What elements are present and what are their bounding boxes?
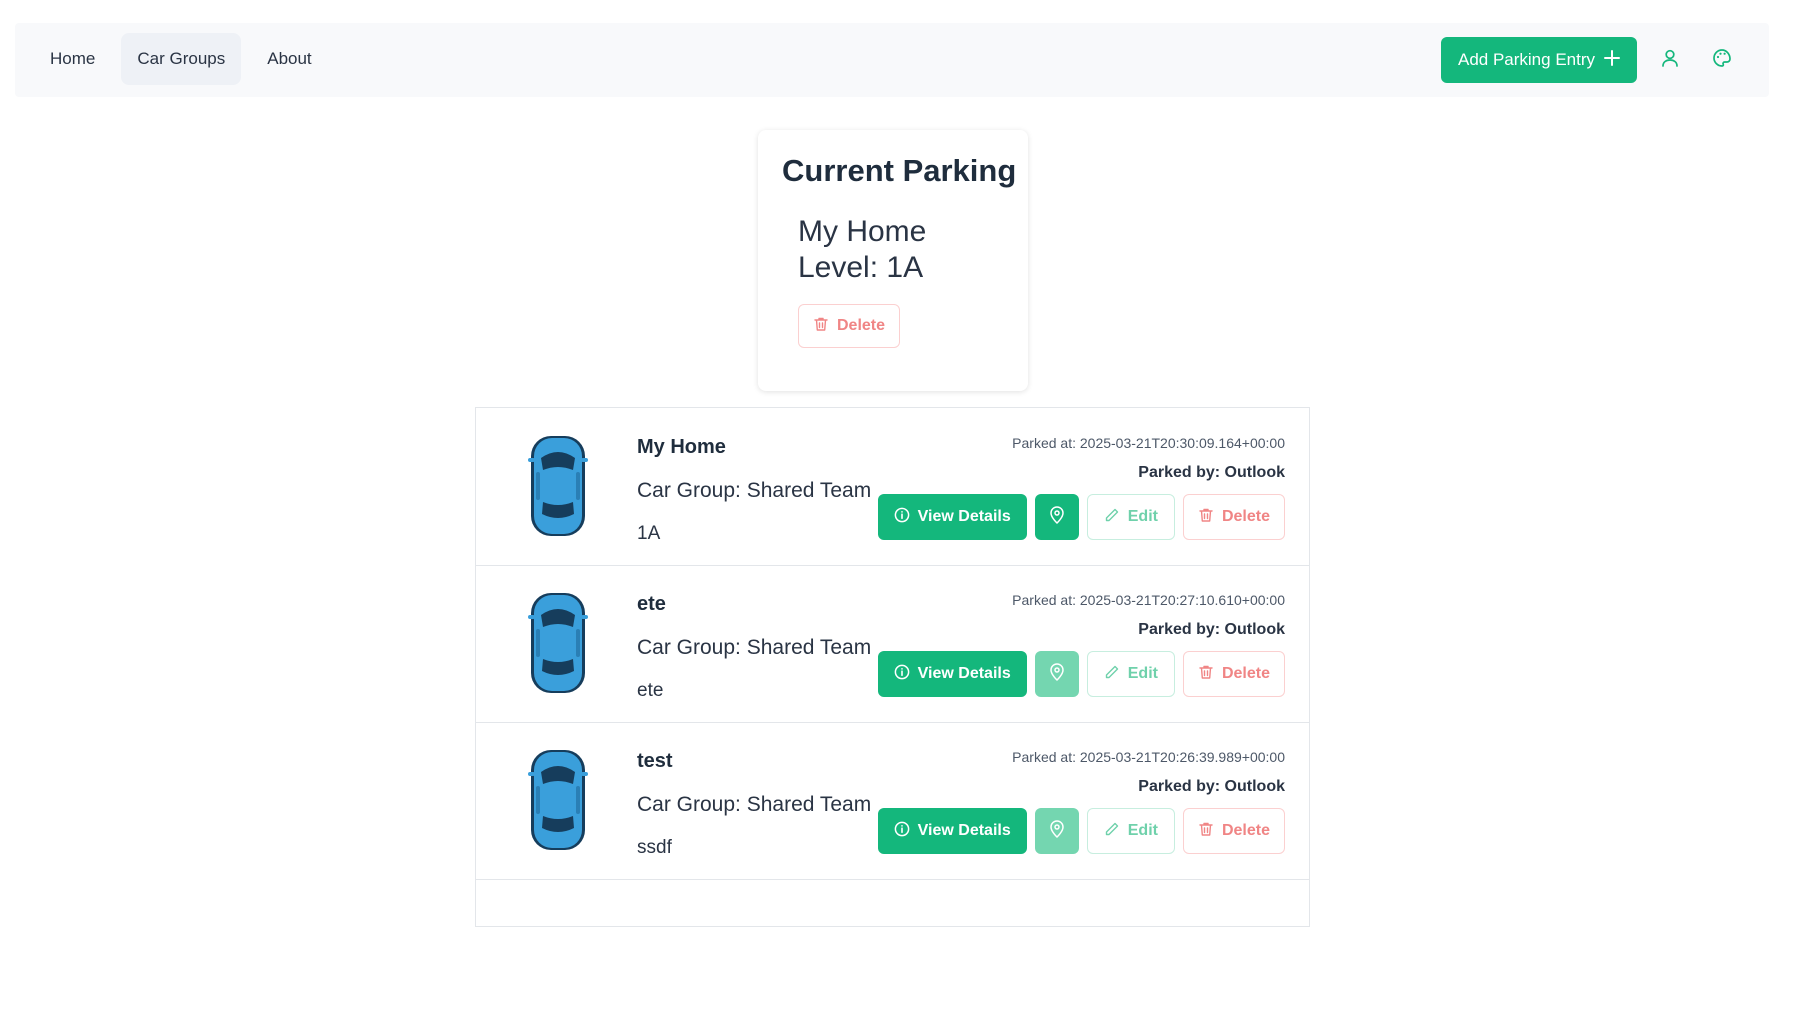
edit-label: Edit	[1127, 822, 1158, 839]
delete-label: Delete	[1221, 665, 1270, 682]
delete-button[interactable]: Delete	[1182, 651, 1285, 697]
view-details-label: View Details	[917, 508, 1011, 525]
entry-level: ete	[637, 680, 664, 701]
pencil-icon	[1104, 664, 1120, 685]
trash-icon	[813, 316, 829, 337]
car-icon	[528, 587, 588, 699]
car-icon	[528, 744, 588, 856]
entry-parked-at: Parked at: 2025-03-21T20:27:10.610+00:00	[1012, 592, 1285, 608]
delete-label: Delete	[1221, 508, 1270, 525]
user-icon	[1660, 48, 1680, 73]
entry-level: ssdf	[637, 837, 672, 858]
pencil-icon	[1104, 507, 1120, 528]
view-details-label: View Details	[917, 665, 1011, 682]
parking-entry-row: ete Car Group: Shared Team ete Parked at…	[476, 565, 1309, 723]
location-button[interactable]	[1034, 494, 1079, 540]
current-parking-name: My Home	[798, 215, 927, 248]
entry-car-group: Car Group: Shared Team	[637, 479, 872, 502]
theme-button[interactable]	[1703, 37, 1741, 83]
current-delete-label: Delete	[837, 317, 886, 334]
entry-level: 1A	[637, 523, 661, 544]
add-parking-entry-button[interactable]: Add Parking Entry	[1440, 37, 1637, 83]
parking-entry-row	[476, 879, 1309, 1036]
map-pin-icon	[1049, 662, 1065, 686]
delete-button[interactable]: Delete	[1182, 494, 1285, 540]
entry-name: My Home	[637, 436, 726, 458]
add-parking-entry-label: Add Parking Entry	[1457, 50, 1595, 69]
edit-button[interactable]: Edit	[1086, 651, 1175, 697]
entry-parked-at: Parked at: 2025-03-21T20:30:09.164+00:00	[1012, 435, 1285, 451]
nav-link-about[interactable]: About	[251, 33, 327, 85]
delete-label: Delete	[1221, 822, 1270, 839]
trash-icon	[1198, 664, 1214, 685]
palette-icon	[1712, 48, 1732, 73]
location-button[interactable]	[1034, 651, 1079, 697]
info-icon	[894, 664, 910, 685]
entry-parked-at: Parked at: 2025-03-21T20:26:39.989+00:00	[1012, 749, 1285, 765]
user-profile-button[interactable]	[1651, 37, 1689, 83]
entry-parked-by: Parked by: Outlook	[1138, 778, 1285, 795]
edit-button[interactable]: Edit	[1086, 808, 1175, 854]
entry-name: test	[637, 750, 673, 772]
top-navbar: Home Car Groups About Add Parking Entry	[15, 23, 1769, 97]
entry-parked-by: Parked by: Outlook	[1138, 621, 1285, 638]
car-icon	[528, 430, 588, 542]
parking-entry-row: My Home Car Group: Shared Team 1A Parked…	[476, 408, 1309, 566]
nav-link-home[interactable]: Home	[34, 33, 111, 85]
view-details-button[interactable]: View Details	[877, 808, 1027, 854]
trash-icon	[1198, 507, 1214, 528]
info-icon	[894, 821, 910, 842]
entry-car-group: Car Group: Shared Team	[637, 636, 872, 659]
entry-car-group: Car Group: Shared Team	[637, 793, 872, 816]
view-details-button[interactable]: View Details	[877, 651, 1027, 697]
plus-icon	[1603, 49, 1621, 72]
edit-button[interactable]: Edit	[1086, 494, 1175, 540]
delete-button[interactable]: Delete	[1182, 808, 1285, 854]
nav-link-car-groups[interactable]: Car Groups	[121, 33, 242, 85]
current-parking-title: Current Parking	[782, 153, 1017, 188]
edit-label: Edit	[1127, 508, 1158, 525]
trash-icon	[1198, 821, 1214, 842]
entry-parked-by: Parked by: Outlook	[1138, 464, 1285, 481]
current-delete-button[interactable]: Delete	[798, 304, 901, 348]
entry-actions: View Details Edit Delete	[877, 808, 1285, 854]
location-button[interactable]	[1034, 808, 1079, 854]
info-icon	[894, 507, 910, 528]
entry-actions: View Details Edit Delete	[877, 494, 1285, 540]
edit-label: Edit	[1127, 665, 1158, 682]
parking-entries-list: My Home Car Group: Shared Team 1A Parked…	[475, 407, 1310, 927]
nav-actions: Add Parking Entry	[1440, 37, 1741, 83]
pencil-icon	[1104, 821, 1120, 842]
entry-actions: View Details Edit Delete	[877, 651, 1285, 697]
view-details-label: View Details	[917, 822, 1011, 839]
map-pin-icon	[1049, 819, 1065, 843]
current-parking-level: Level: 1A	[798, 251, 924, 284]
parking-entry-row: test Car Group: Shared Team ssdf Parked …	[476, 722, 1309, 880]
map-pin-icon	[1049, 505, 1065, 529]
view-details-button[interactable]: View Details	[877, 494, 1027, 540]
current-parking-card: Current Parking My Home Level: 1A Delete	[758, 130, 1028, 391]
nav-links: Home Car Groups About	[34, 33, 328, 85]
entry-name: ete	[637, 593, 666, 615]
